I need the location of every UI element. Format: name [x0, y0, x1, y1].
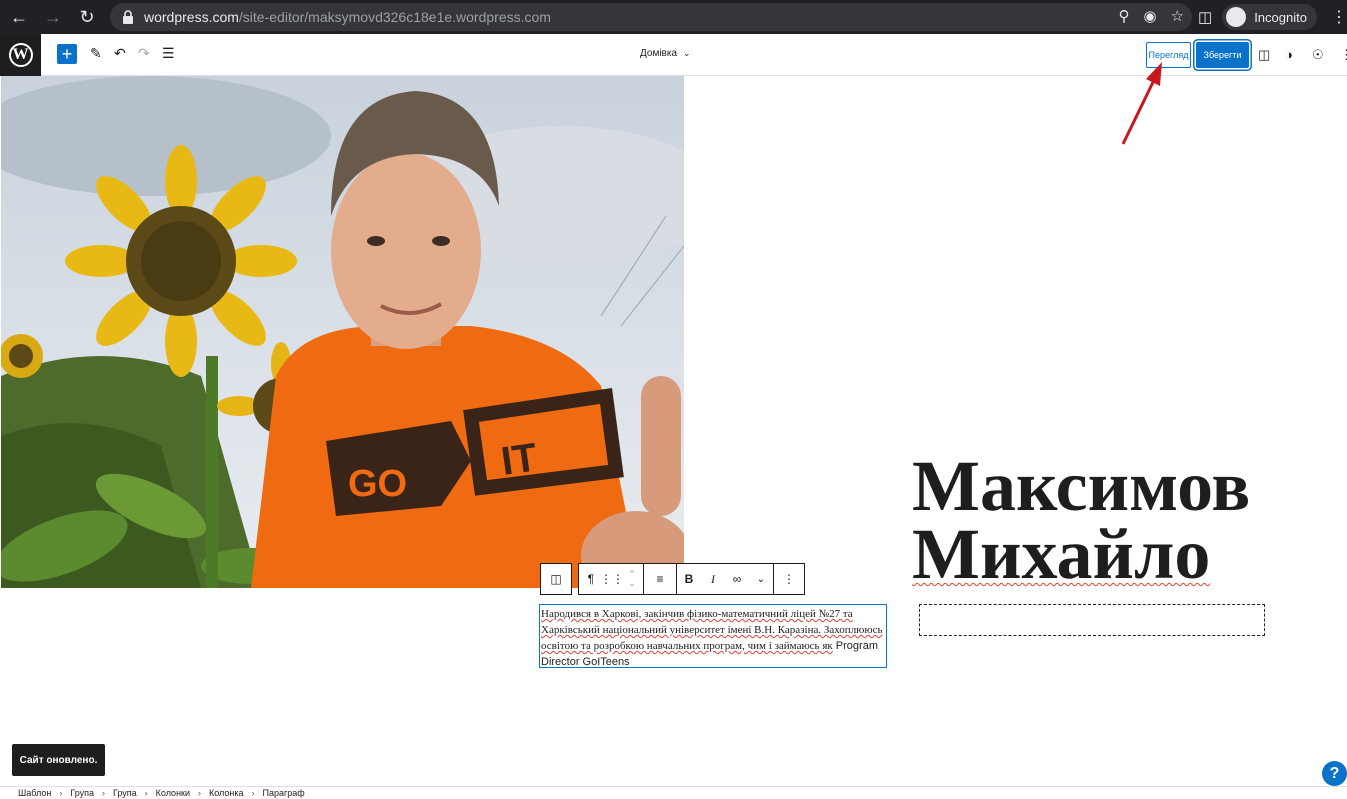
settings-sidebar-icon[interactable]: ◫ — [1258, 47, 1270, 63]
incognito-label: Incognito — [1254, 9, 1307, 25]
link-icon[interactable]: ∞ — [725, 564, 749, 594]
profile-image[interactable]: GO IT — [1, 76, 684, 588]
save-button[interactable]: Зберегти — [1196, 42, 1249, 68]
add-block-button[interactable]: + — [57, 44, 77, 64]
help-button[interactable]: ? — [1322, 761, 1347, 786]
breadcrumb-chevron-icon: › — [198, 788, 201, 798]
document-title-label: Домівка — [640, 48, 678, 59]
align-left-icon[interactable]: ≡ — [644, 564, 676, 594]
snackbar-notice[interactable]: Сайт оновлено. — [12, 744, 105, 776]
breadcrumb-chevron-icon: › — [102, 788, 105, 798]
more-formatting-chevron-icon[interactable]: ⌄ — [749, 564, 773, 594]
zoom-icon[interactable]: ⚲ — [1118, 7, 1129, 25]
redo-icon[interactable]: ↷ — [138, 45, 150, 62]
forward-icon[interactable]: → — [38, 2, 68, 32]
breadcrumb-item[interactable]: Група — [113, 788, 137, 798]
undo-icon[interactable]: ↶ — [114, 45, 126, 62]
italic-icon[interactable]: I — [701, 564, 725, 594]
url-text: wordpress.com/site-editor/maksymovd326c1… — [144, 9, 551, 25]
breadcrumb-chevron-icon: › — [59, 788, 63, 798]
photo-illustration: GO IT — [1, 76, 684, 588]
chevron-down-icon: ⌄ — [683, 48, 691, 58]
list-view-icon[interactable]: ☰ — [162, 45, 175, 62]
bookmark-star-icon[interactable]: ☆ — [1171, 7, 1184, 25]
address-bar[interactable]: wordpress.com/site-editor/maksymovd326c1… — [110, 3, 1192, 31]
styles-contrast-icon[interactable]: ◑ — [1285, 47, 1293, 62]
breadcrumb-item[interactable]: Колонка — [209, 788, 244, 798]
bio-text-serif: Народився в Харкові, закінчив фізико-мат… — [541, 608, 883, 652]
heading-line-1: Максимов — [912, 446, 1251, 526]
editor-header: W + ✎ ↶ ↷ ☰ Домівка ⌄ Перегляд Зберегти … — [0, 34, 1347, 76]
incognito-badge[interactable]: Incognito — [1222, 4, 1317, 30]
preview-button[interactable]: Перегляд — [1146, 42, 1191, 68]
shirt-logo-go: GO — [348, 463, 407, 505]
bio-paragraph[interactable]: Народився в Харкові, закінчив фізико-мат… — [539, 604, 887, 668]
block-breadcrumb: Шаблон › Група › Група › Колонки › Колон… — [0, 786, 1347, 799]
wordpress-logo-icon[interactable]: W — [0, 34, 41, 76]
bold-icon[interactable]: B — [677, 564, 701, 594]
document-title[interactable]: Домівка ⌄ — [640, 48, 691, 59]
shirt-logo-it: IT — [499, 435, 540, 484]
parent-columns-icon[interactable]: ◫ — [541, 564, 571, 594]
breadcrumb-chevron-icon: › — [144, 788, 148, 798]
options-menu-icon[interactable]: ⋮ — [1340, 47, 1347, 63]
empty-block-placeholder[interactable] — [919, 604, 1265, 636]
side-panel-icon[interactable]: ◫ — [1198, 8, 1212, 26]
name-heading[interactable]: Максимов Михайло — [912, 446, 1251, 594]
block-toolbar: ◫ ¶ ⋮⋮ ⌃ ⌄ ≡ B I ∞ ⌄ ⋮ — [540, 563, 805, 595]
lock-icon — [123, 10, 133, 24]
compass-icon[interactable]: ☉ — [1312, 47, 1324, 63]
breadcrumb-chevron-icon: › — [251, 788, 255, 798]
incognito-icon — [1226, 7, 1247, 27]
tracking-eye-icon[interactable]: ◉ — [1143, 7, 1156, 25]
browser-menu-icon[interactable]: ⋮ — [1331, 7, 1347, 27]
edit-pencil-icon[interactable]: ✎ — [90, 45, 102, 62]
breadcrumb-item[interactable]: Група — [70, 788, 94, 798]
move-up-down-icon[interactable]: ⌃ ⌄ — [621, 564, 643, 594]
heading-line-2: Михайло — [912, 514, 1211, 594]
drag-handle-icon[interactable]: ⋮⋮ — [600, 564, 624, 594]
browser-toolbar: ← → ↻ wordpress.com/site-editor/maksymov… — [0, 0, 1347, 34]
breadcrumb-item[interactable]: Шаблон — [18, 788, 51, 798]
back-icon[interactable]: ← — [4, 2, 34, 32]
breadcrumb-item[interactable]: Колонки — [156, 788, 190, 798]
block-options-icon[interactable]: ⋮ — [774, 564, 804, 594]
breadcrumb-item[interactable]: Параграф — [263, 788, 305, 798]
reload-icon[interactable]: ↻ — [72, 2, 102, 32]
